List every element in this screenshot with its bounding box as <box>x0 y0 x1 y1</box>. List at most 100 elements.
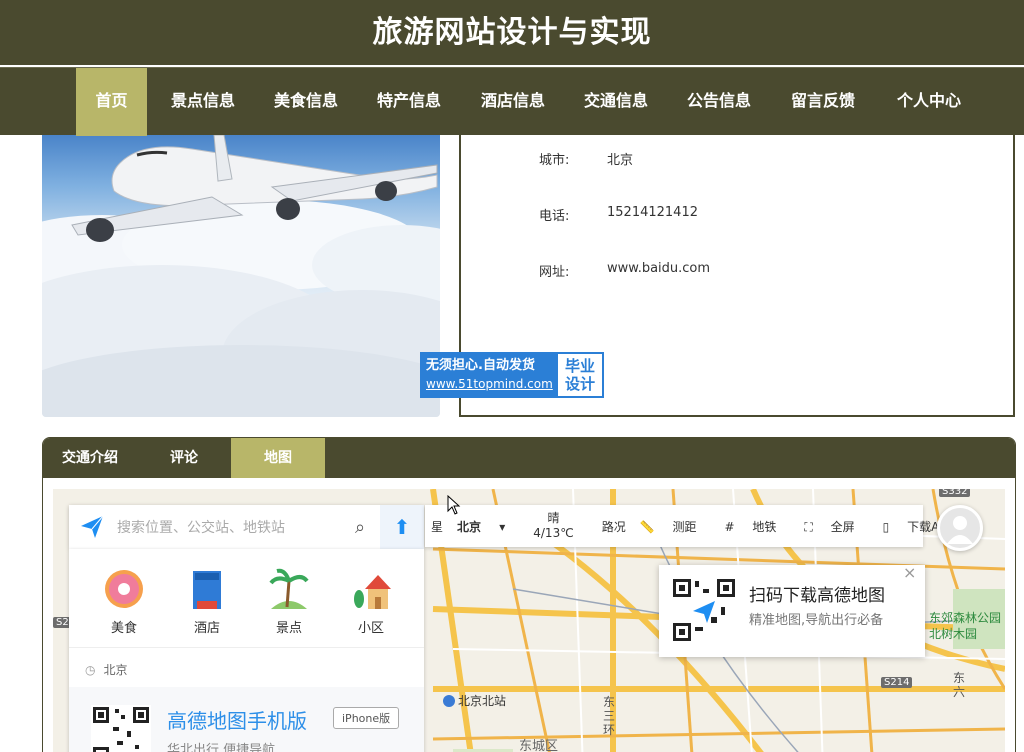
site-title: 旅游网站设计与实现 <box>372 15 652 50</box>
category-hotel[interactable]: 酒店 <box>177 567 237 636</box>
east3-label: 东三环 <box>603 695 616 737</box>
watermark-right-line1: 毕业 <box>564 357 595 375</box>
qr-title: 扫码下载高德地图 <box>749 586 885 606</box>
map-search-input[interactable]: 搜索位置、公交站、地铁站 <box>107 517 340 537</box>
hero-image <box>42 135 440 417</box>
ruler-icon: 📏 <box>639 519 655 534</box>
tab-traffic-intro[interactable]: 交通介绍 <box>43 438 137 478</box>
category-food[interactable]: 美食 <box>94 567 154 636</box>
nav-hotel-info[interactable]: 酒店信息 <box>466 68 560 136</box>
website-value[interactable]: www.baidu.com <box>607 261 710 280</box>
phone-row: 电话: 15214121412 <box>539 205 698 224</box>
nav-scenic-info[interactable]: 景点信息 <box>156 68 250 136</box>
house-icon <box>354 575 391 609</box>
search-icon[interactable]: ⌕ <box>340 517 380 538</box>
page: 城市: 北京 电话: 15214121412 网址: www.baidu.com… <box>0 0 1024 752</box>
app-promo-title: 高德地图手机版 <box>167 709 307 733</box>
district-label: 东城区 <box>519 739 559 752</box>
phone-label: 电话: <box>539 209 570 224</box>
category-food-label: 美食 <box>110 621 137 636</box>
download-qr-icon <box>671 577 737 643</box>
watermark-line1: 无须担心.自动发货 <box>426 358 535 373</box>
watermark-left: 无须担心.自动发货 www.51topmind.com <box>422 354 558 396</box>
subway-label: 地铁 <box>752 519 777 534</box>
park2-label: 北树木园 <box>929 627 978 641</box>
tabs-bar: 交通介绍 评论 地图 <box>43 438 1015 478</box>
directions-icon[interactable]: ⬆ <box>380 505 424 549</box>
side-divider <box>69 647 424 648</box>
clock-icon: ◷ <box>85 662 96 677</box>
category-hotel-label: 酒店 <box>193 621 220 636</box>
user-avatar[interactable] <box>937 505 983 551</box>
watermark-right: 毕业 设计 <box>558 354 602 396</box>
history-city: 北京 <box>103 663 128 677</box>
nav-home[interactable]: 首页 <box>76 68 147 136</box>
category-scenic[interactable]: 景点 <box>259 567 319 636</box>
caret-down-icon: ▾ <box>499 519 506 534</box>
mouse-cursor-icon <box>447 495 461 515</box>
palm-tree-icon <box>269 568 309 609</box>
history-item[interactable]: ◷ 北京 <box>85 661 128 678</box>
toolbar-partial-text: 星 <box>431 519 444 534</box>
qr-subtitle: 精准地图,导航出行必备 <box>749 613 884 628</box>
hotel-icon <box>193 571 221 609</box>
site-header: 旅游网站设计与实现 <box>0 0 1024 65</box>
phone-icon: ▯ <box>882 519 890 534</box>
phone-value: 15214121412 <box>607 205 698 220</box>
watermark-right-line2: 设计 <box>564 375 595 393</box>
park-label: 东郊森林公园 <box>929 611 1002 625</box>
nav-transport-info[interactable]: 交通信息 <box>570 68 662 136</box>
weather-widget: 晴 4/13℃ <box>533 511 587 541</box>
website-label: 网址: <box>539 265 570 280</box>
main-content: 城市: 北京 电话: 15214121412 网址: www.baidu.com… <box>0 125 1024 752</box>
map-side-panel: 美食 酒店 景点 小区 ◷ 北京 高德地图手机版 iPhone版 华北出行 便捷… <box>69 549 424 752</box>
road-label-s332: S332 <box>939 489 971 497</box>
category-community[interactable]: 小区 <box>341 567 401 636</box>
city-selector[interactable]: 北京 ▾ <box>457 518 519 535</box>
city-value: 北京 <box>607 153 634 168</box>
weather-text: 晴 <box>547 511 560 525</box>
road-label-s214: S214 <box>881 677 913 688</box>
iphone-badge[interactable]: iPhone版 <box>333 707 400 729</box>
map-search-box: 搜索位置、公交站、地铁站 ⌕ ⬆ <box>69 505 424 549</box>
nav-specialty-info[interactable]: 特产信息 <box>362 68 456 136</box>
donut-icon <box>105 570 143 608</box>
amap-logo-icon <box>77 512 107 542</box>
east6-label: 东六 <box>953 671 966 699</box>
watermark-badge[interactable]: 无须担心.自动发货 www.51topmind.com 毕业 设计 <box>420 352 604 398</box>
category-community-label: 小区 <box>357 621 384 636</box>
fullscreen-button[interactable]: ⛶ 全屏 <box>804 518 868 535</box>
website-row: 网址: www.baidu.com <box>539 261 710 280</box>
watermark-line2: www.51topmind.com <box>426 377 553 391</box>
city-selector-label: 北京 <box>457 519 482 534</box>
nav-notice-info[interactable]: 公告信息 <box>672 68 766 136</box>
nav-food-info[interactable]: 美食信息 <box>260 68 352 136</box>
station-name: 北京北站 <box>458 694 507 708</box>
station-label[interactable]: 北京北站 <box>443 692 506 709</box>
map-toolbar: 星 北京 ▾ 晴 4/13℃ 路况 📏 测距 # 地铁 ⛶ 全屏 ▯ 下载APP <box>425 505 954 547</box>
app-qr-icon <box>91 705 151 752</box>
nav-personal-center[interactable]: 个人中心 <box>882 68 976 136</box>
category-scenic-label: 景点 <box>275 621 302 636</box>
city-label: 城市: <box>539 153 570 168</box>
nav-feedback[interactable]: 留言反馈 <box>776 68 870 136</box>
subway-icon: # <box>724 519 735 534</box>
measure-label: 测距 <box>672 519 697 534</box>
map-view[interactable]: S332 S26 S214 北京北站 东城区 东三环 东郊森林公园 北树木园 东… <box>53 489 1005 752</box>
fullscreen-label: 全屏 <box>830 519 855 534</box>
app-promo-subtitle: 华北出行 便捷导航 <box>167 743 276 752</box>
tabs-panel: 交通介绍 评论 地图 S332 S26 S214 北京北站 东城区 东三环 东郊… <box>42 437 1016 752</box>
main-nav: 首页 景点信息 美食信息 特产信息 酒店信息 交通信息 公告信息 留言反馈 个人… <box>0 67 1024 136</box>
traffic-button[interactable]: 路况 <box>602 518 626 535</box>
measure-button[interactable]: 📏 测距 <box>640 518 711 535</box>
close-icon[interactable]: × <box>903 563 916 582</box>
airplane-clouds-image <box>42 135 440 417</box>
city-row: 城市: 北京 <box>539 149 633 168</box>
subway-button[interactable]: # 地铁 <box>725 518 791 535</box>
fullscreen-icon: ⛶ <box>804 519 813 534</box>
app-promo[interactable]: 高德地图手机版 iPhone版 华北出行 便捷导航 <box>69 687 424 752</box>
station-icon <box>443 694 455 707</box>
tab-comments[interactable]: 评论 <box>137 438 231 478</box>
tab-map[interactable]: 地图 <box>231 438 325 478</box>
qr-download-card: 扫码下载高德地图 精准地图,导航出行必备 × <box>659 563 925 657</box>
